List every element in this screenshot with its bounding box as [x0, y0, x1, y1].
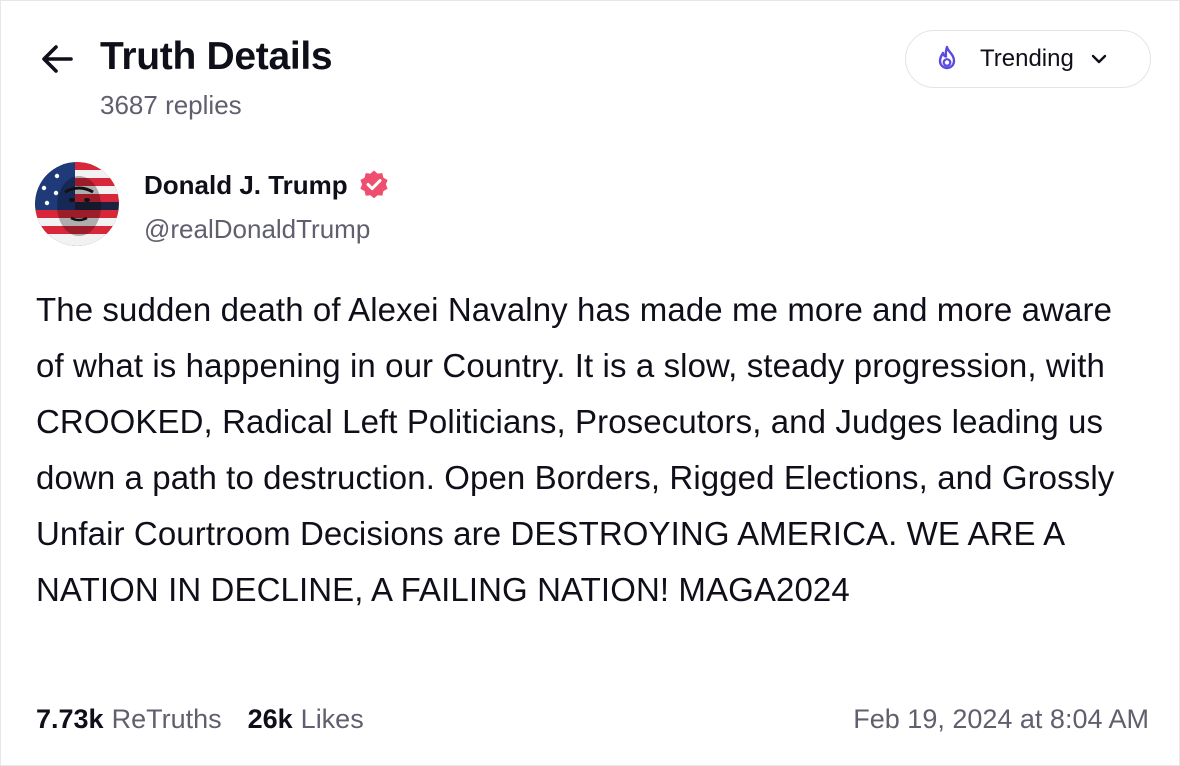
chevron-down-icon	[1088, 48, 1110, 70]
author-display-name[interactable]: Donald J. Trump	[144, 168, 348, 202]
post-timestamp: Feb 19, 2024 at 8:04 AM	[853, 704, 1149, 734]
arrow-left-icon	[42, 45, 73, 73]
likes-count: 26k	[247, 704, 293, 734]
truth-details-page: Truth Details 3687 replies Trending Dona…	[0, 0, 1180, 766]
likes-label: Likes	[300, 704, 364, 734]
likes-stat[interactable]: 26k Likes	[248, 702, 364, 736]
verified-badge-icon	[358, 169, 390, 201]
flame-icon	[932, 44, 962, 74]
retruths-label: ReTruths	[111, 704, 222, 734]
author-avatar[interactable]	[35, 162, 119, 246]
page-header: Truth Details 3687 replies Trending	[1, 1, 1180, 141]
reply-count: 3687 replies	[100, 90, 242, 120]
retruths-count: 7.73k	[36, 704, 104, 734]
post-stats: 7.73k ReTruths 26k Likes	[36, 701, 364, 737]
page-title: Truth Details	[100, 35, 333, 78]
author-name-row: Donald J. Trump	[144, 167, 390, 203]
back-button[interactable]	[37, 39, 77, 79]
author-handle[interactable]: @realDonaldTrump	[144, 212, 370, 246]
post-text: The sudden death of Alexei Navalny has m…	[36, 291, 1115, 608]
sort-selected-label: Trending	[980, 45, 1074, 72]
retruths-stat[interactable]: 7.73k ReTruths	[36, 702, 222, 736]
sort-dropdown[interactable]: Trending	[905, 30, 1151, 88]
